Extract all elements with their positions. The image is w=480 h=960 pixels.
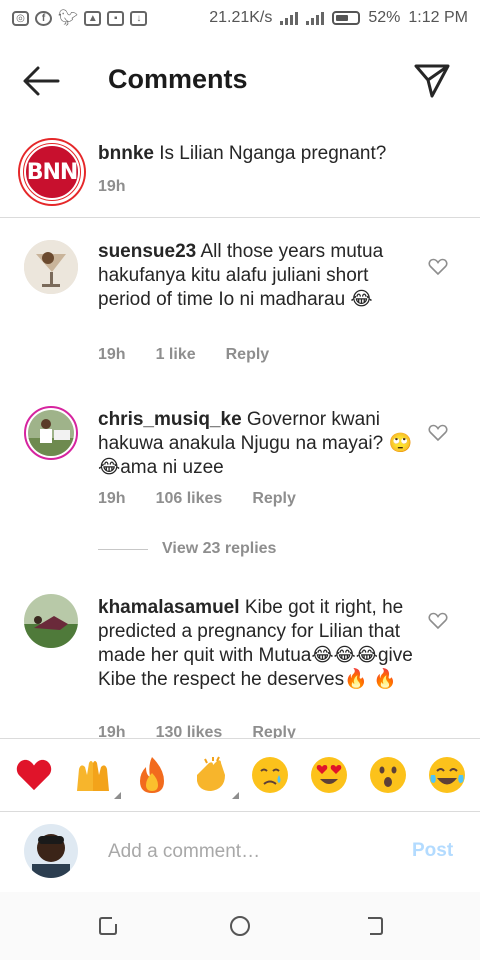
surprised-face-icon — [369, 757, 406, 793]
header: Comments — [0, 50, 480, 112]
comment-likes[interactable]: 106 likes — [156, 490, 223, 508]
skin-tone-indicator — [113, 792, 121, 799]
view-replies-label: View 23 replies — [162, 540, 277, 557]
post-caption: BNN bnnke Is Lilian Nganga pregnant? 19h — [0, 132, 480, 218]
comment-item: khamalasamuel Kibe got it right, he pred… — [0, 584, 480, 738]
back-nav-icon[interactable] — [362, 914, 386, 938]
system-nav-bar — [0, 892, 480, 960]
clapping-emoji-button[interactable] — [191, 755, 239, 799]
caption-username[interactable]: bnnke — [98, 143, 154, 164]
bnn-logo-text: BNN — [24, 144, 80, 200]
comment-time: 19h — [98, 724, 126, 738]
signal-icon — [280, 11, 299, 25]
tears-of-joy-emoji-button[interactable] — [427, 755, 467, 795]
fire-emoji-button[interactable] — [132, 755, 172, 795]
network-speed: 21.21K/s — [209, 9, 273, 26]
post-button[interactable]: Post — [412, 840, 453, 862]
battery-icon — [332, 11, 361, 25]
raised-hands-emoji-button[interactable] — [73, 755, 121, 799]
current-user-avatar — [24, 824, 78, 878]
caption-text: bnnke Is Lilian Nganga pregnant? — [98, 142, 416, 166]
avatar[interactable] — [24, 240, 78, 294]
caption-meta: 19h — [98, 178, 126, 196]
comment-body-after: ama ni uzee — [120, 457, 224, 478]
instagram-notification-icon: ◎ — [12, 10, 29, 26]
tears-of-joy-icon — [428, 757, 465, 793]
home-icon[interactable] — [228, 914, 252, 938]
comment-time: 19h — [98, 346, 126, 363]
heart-icon — [16, 759, 51, 791]
status-bar: ◎ f 🐦︎ ▲ ▪ ↓ 21.21K/s 52% 1:12 PM — [0, 0, 480, 36]
add-comment-bar: Post — [0, 814, 480, 890]
comment-item: chris_musiq_ke Governor kwani hakuwa ana… — [0, 396, 480, 526]
laughing-emojis: 😂😂😂 — [311, 645, 378, 666]
crying-face-icon — [251, 757, 288, 793]
reply-button[interactable]: Reply — [252, 724, 296, 738]
caption-body: Is Lilian Nganga pregnant? — [159, 143, 387, 164]
comment-username[interactable]: suensue23 — [98, 241, 196, 262]
like-heart-icon[interactable] — [428, 612, 448, 630]
add-comment-input[interactable] — [108, 838, 388, 866]
view-replies-button[interactable]: View 23 replies — [98, 540, 276, 558]
gallery-notification-icon: ▲ — [84, 10, 102, 26]
battery-percent: 52% — [368, 9, 401, 26]
comment-likes[interactable]: 130 likes — [156, 724, 223, 738]
comment-meta: 19h 106 likes Reply — [98, 490, 296, 508]
raised-hands-icon — [76, 761, 109, 791]
recent-apps-icon[interactable] — [96, 914, 120, 938]
comment-text: chris_musiq_ke Governor kwani hakuwa ana… — [98, 408, 416, 480]
caption-time: 19h — [98, 178, 126, 195]
laughing-emoji: 😂 — [350, 289, 373, 310]
download-notification-icon: ↓ — [130, 10, 148, 26]
like-heart-icon[interactable] — [428, 424, 448, 442]
clock: 1:12 PM — [408, 9, 468, 26]
crying-emoji-button[interactable] — [250, 755, 290, 795]
send-icon[interactable] — [412, 60, 452, 100]
comment-text: suensue23 All those years mutua hakufany… — [98, 240, 416, 312]
heart-eyes-icon — [310, 757, 347, 793]
like-heart-icon[interactable] — [428, 258, 448, 276]
page-title: Comments — [108, 64, 248, 94]
facebook-notification-icon: f — [35, 10, 52, 26]
fire-icon — [139, 757, 164, 793]
comment-meta: 19h 130 likes Reply — [98, 724, 296, 738]
twitter-notification-icon: 🐦︎ — [58, 10, 79, 27]
fire-emojis: 🔥 🔥 — [344, 669, 397, 690]
emoji-quick-bar — [0, 738, 480, 812]
replies-divider — [98, 548, 148, 550]
comment-meta: 19h 1 like Reply — [98, 346, 269, 364]
reply-button[interactable]: Reply — [226, 346, 270, 364]
back-arrow-icon[interactable] — [22, 64, 60, 98]
comment-username[interactable]: khamalasamuel — [98, 597, 240, 618]
comment-text: khamalasamuel Kibe got it right, he pred… — [98, 596, 416, 692]
comment-username[interactable]: chris_musiq_ke — [98, 409, 242, 430]
clapping-hands-icon — [196, 756, 225, 791]
surprised-emoji-button[interactable] — [368, 755, 408, 795]
bnn-avatar[interactable]: BNN — [20, 140, 84, 204]
signal-icon-2 — [306, 11, 325, 25]
skin-tone-indicator — [231, 792, 239, 799]
comment-likes[interactable]: 1 like — [156, 346, 196, 364]
notification-icons: ◎ f 🐦︎ ▲ ▪ ↓ — [12, 8, 148, 28]
image-notification-icon: ▪ — [107, 10, 125, 26]
comment-item: suensue23 All those years mutua hakufany… — [0, 228, 480, 378]
avatar[interactable] — [24, 594, 78, 648]
avatar[interactable] — [24, 406, 78, 460]
heart-eyes-emoji-button[interactable] — [309, 755, 349, 795]
comment-time: 19h — [98, 490, 126, 507]
reply-button[interactable]: Reply — [252, 490, 296, 508]
heart-emoji-button[interactable] — [14, 755, 54, 795]
